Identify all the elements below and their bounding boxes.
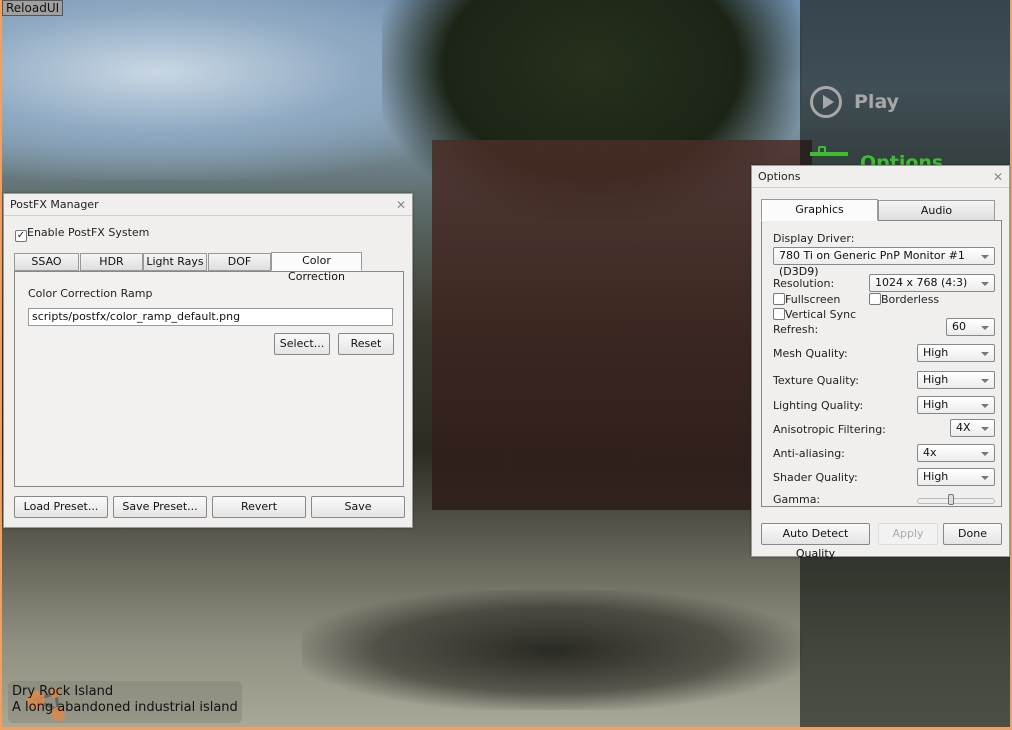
reload-ui-button[interactable]: ReloadUI xyxy=(2,0,64,16)
borderless-label: Borderless xyxy=(881,293,940,306)
load-preset-button[interactable]: Load Preset... xyxy=(14,496,108,518)
menu-options[interactable]: Options xyxy=(810,146,943,166)
texture-quality-dropdown[interactable]: High xyxy=(917,371,995,389)
anti-aliasing-dropdown[interactable]: 4x xyxy=(917,444,995,462)
texture-quality-label: Texture Quality: xyxy=(773,374,859,387)
tab-light-rays[interactable]: Light Rays xyxy=(143,253,207,271)
apply-button[interactable]: Apply xyxy=(878,523,938,545)
enable-postfx-checkbox[interactable]: ✓ Enable PostFX System xyxy=(15,226,149,242)
sliders-icon xyxy=(810,146,848,166)
shader-quality-label: Shader Quality: xyxy=(773,471,858,484)
anisotropic-dropdown[interactable]: 4X xyxy=(950,419,995,437)
tab-ssao[interactable]: SSAO xyxy=(14,253,79,271)
close-icon[interactable]: ✕ xyxy=(993,166,1003,188)
mesh-quality-dropdown[interactable]: High xyxy=(917,344,995,362)
checkbox[interactable] xyxy=(869,293,881,305)
reset-button[interactable]: Reset xyxy=(338,333,394,355)
menu-options-label: Options xyxy=(860,152,944,166)
menu-play[interactable]: Play xyxy=(810,86,899,118)
vsync-checkbox[interactable]: Vertical Sync xyxy=(773,308,856,321)
play-icon xyxy=(810,86,842,118)
level-description: A long abandoned industrial island xyxy=(12,700,238,715)
vsync-label: Vertical Sync xyxy=(785,308,857,321)
menu-play-label: Play xyxy=(854,91,900,113)
checkbox[interactable] xyxy=(773,308,785,320)
close-icon[interactable]: ✕ xyxy=(396,194,406,216)
revert-button[interactable]: Revert xyxy=(212,496,306,518)
tab-hdr[interactable]: HDR xyxy=(80,253,143,271)
mesh-quality-label: Mesh Quality: xyxy=(773,347,848,360)
window-titlebar[interactable]: Options ✕ xyxy=(752,166,1009,188)
lighting-quality-label: Lighting Quality: xyxy=(773,399,864,412)
shader-quality-dropdown[interactable]: High xyxy=(917,468,995,486)
tab-color-correction[interactable]: Color Correction xyxy=(271,252,362,283)
gamma-slider[interactable] xyxy=(917,494,995,505)
postfx-manager-window: PostFX Manager ✕ ✓ Enable PostFX System SS… xyxy=(3,193,413,528)
checkbox-checked[interactable]: ✓ xyxy=(15,230,27,242)
ramp-label: Color Correction Ramp xyxy=(28,287,153,300)
save-preset-button[interactable]: Save Preset... xyxy=(113,496,207,518)
tab-graphics[interactable]: Graphics xyxy=(761,199,878,221)
resolution-dropdown[interactable]: 1024 x 768 (4:3) xyxy=(869,274,995,292)
anti-aliasing-label: Anti-aliasing: xyxy=(773,447,845,460)
anisotropic-label: Anisotropic Filtering: xyxy=(773,423,886,436)
lighting-quality-dropdown[interactable]: High xyxy=(917,396,995,414)
window-titlebar[interactable]: PostFX Manager ✕ xyxy=(4,194,412,216)
select-button[interactable]: Select... xyxy=(274,333,330,355)
refresh-dropdown[interactable]: 60 xyxy=(946,318,995,336)
window-title: Options xyxy=(758,170,801,183)
ramp-path-input[interactable]: scripts/postfx/color_ramp_default.png xyxy=(28,308,393,326)
borderless-checkbox[interactable]: Borderless xyxy=(869,293,939,306)
checkbox[interactable] xyxy=(773,293,785,305)
auto-detect-quality-button[interactable]: Auto Detect Quality xyxy=(761,523,870,560)
gamma-label: Gamma: xyxy=(773,493,821,506)
tab-panel xyxy=(14,271,404,487)
enable-postfx-label: Enable PostFX System xyxy=(27,226,150,239)
resolution-label: Resolution: xyxy=(773,277,835,290)
level-info: Dry Rock Island A long abandoned industr… xyxy=(8,681,242,723)
tab-dof[interactable]: DOF xyxy=(208,253,271,271)
gamma-slider-thumb[interactable] xyxy=(947,494,954,505)
refresh-label: Refresh: xyxy=(773,323,819,336)
display-driver-dropdown[interactable]: 780 Ti on Generic PnP Monitor #1 (D3D9) xyxy=(773,247,995,278)
save-button[interactable]: Save xyxy=(311,496,405,518)
options-window: Options ✕ Graphics Audio Display Driver: … xyxy=(751,165,1010,560)
tab-audio[interactable]: Audio xyxy=(878,200,995,221)
fullscreen-checkbox[interactable]: Fullscreen xyxy=(773,293,840,306)
done-button[interactable]: Done xyxy=(943,523,1002,545)
window-title: PostFX Manager xyxy=(10,198,99,211)
display-driver-label: Display Driver: xyxy=(773,232,855,245)
level-name: Dry Rock Island xyxy=(12,684,114,699)
fullscreen-label: Fullscreen xyxy=(785,293,841,306)
